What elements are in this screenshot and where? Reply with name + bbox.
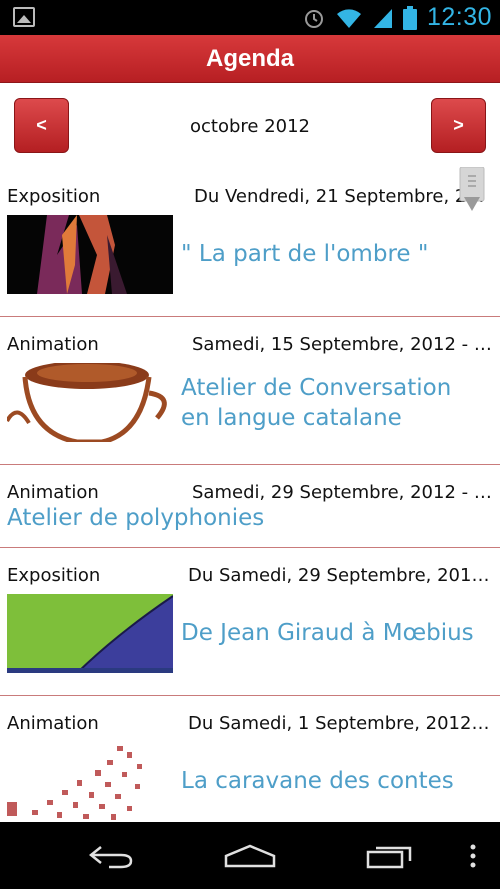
event-title-link[interactable]: La caravane des contes xyxy=(181,766,484,796)
month-navigation: < octobre 2012 > xyxy=(0,84,500,169)
current-month: octobre 2012 xyxy=(189,116,310,137)
list-item[interactable]: Exposition Du Samedi, 29 Septembre, 2012… xyxy=(0,548,500,696)
fast-scroll-handle[interactable] xyxy=(459,167,485,213)
system-navigation-bar xyxy=(0,822,500,889)
event-title-link[interactable]: Atelier de Conversation en langue catala… xyxy=(181,373,484,433)
event-date: Du Vendredi, 21 Septembre, 2012 ... xyxy=(194,186,492,207)
battery-icon xyxy=(402,5,417,30)
event-category: Exposition xyxy=(7,186,101,207)
wifi-icon xyxy=(336,8,361,28)
status-bar: 12:30 xyxy=(0,0,500,35)
event-thumbnail xyxy=(7,742,173,821)
event-thumbnail xyxy=(7,363,173,442)
page-title: Agenda xyxy=(205,44,294,72)
next-month-button[interactable]: > xyxy=(431,98,486,153)
event-thumbnail xyxy=(7,594,173,673)
list-item[interactable]: Exposition Du Vendredi, 21 Septembre, 20… xyxy=(0,169,500,317)
home-icon xyxy=(224,844,276,867)
back-arrow-icon xyxy=(88,845,133,868)
signal-icon xyxy=(373,8,392,28)
recent-apps-icon xyxy=(366,846,412,868)
overflow-dots-icon xyxy=(470,844,476,867)
event-title-link[interactable]: De Jean Giraud à Mœbius xyxy=(181,618,484,648)
event-category: Animation xyxy=(7,482,99,503)
list-item[interactable]: Animation Du Samedi, 1 Septembre, 2012 a… xyxy=(0,696,500,822)
event-title-link[interactable]: " La part de l'ombre " xyxy=(181,239,484,269)
action-bar: Agenda xyxy=(0,35,500,83)
recent-apps-button[interactable] xyxy=(357,822,423,889)
back-button[interactable] xyxy=(78,822,144,889)
event-thumbnail xyxy=(7,215,173,294)
alarm-icon xyxy=(304,9,323,28)
event-category: Animation xyxy=(7,334,99,355)
event-date: Samedi, 29 Septembre, 2012 - 1... xyxy=(192,482,492,503)
list-item[interactable]: Animation Samedi, 15 Septembre, 2012 - 1… xyxy=(0,317,500,465)
event-category: Animation xyxy=(7,713,99,734)
event-category: Exposition xyxy=(7,565,101,586)
event-date: Samedi, 15 Septembre, 2012 - 1... xyxy=(192,334,492,355)
image-notification-icon xyxy=(13,7,35,27)
event-date: Du Samedi, 1 Septembre, 2012 a... xyxy=(188,713,492,734)
overflow-menu-button[interactable] xyxy=(462,822,484,889)
list-item[interactable]: Animation Samedi, 29 Septembre, 2012 - 1… xyxy=(0,465,500,548)
clock: 12:30 xyxy=(426,3,492,31)
home-button[interactable] xyxy=(217,822,283,889)
event-date: Du Samedi, 29 Septembre, 2012 ... xyxy=(188,565,492,586)
event-title-link[interactable]: Atelier de polyphonies xyxy=(7,503,484,533)
